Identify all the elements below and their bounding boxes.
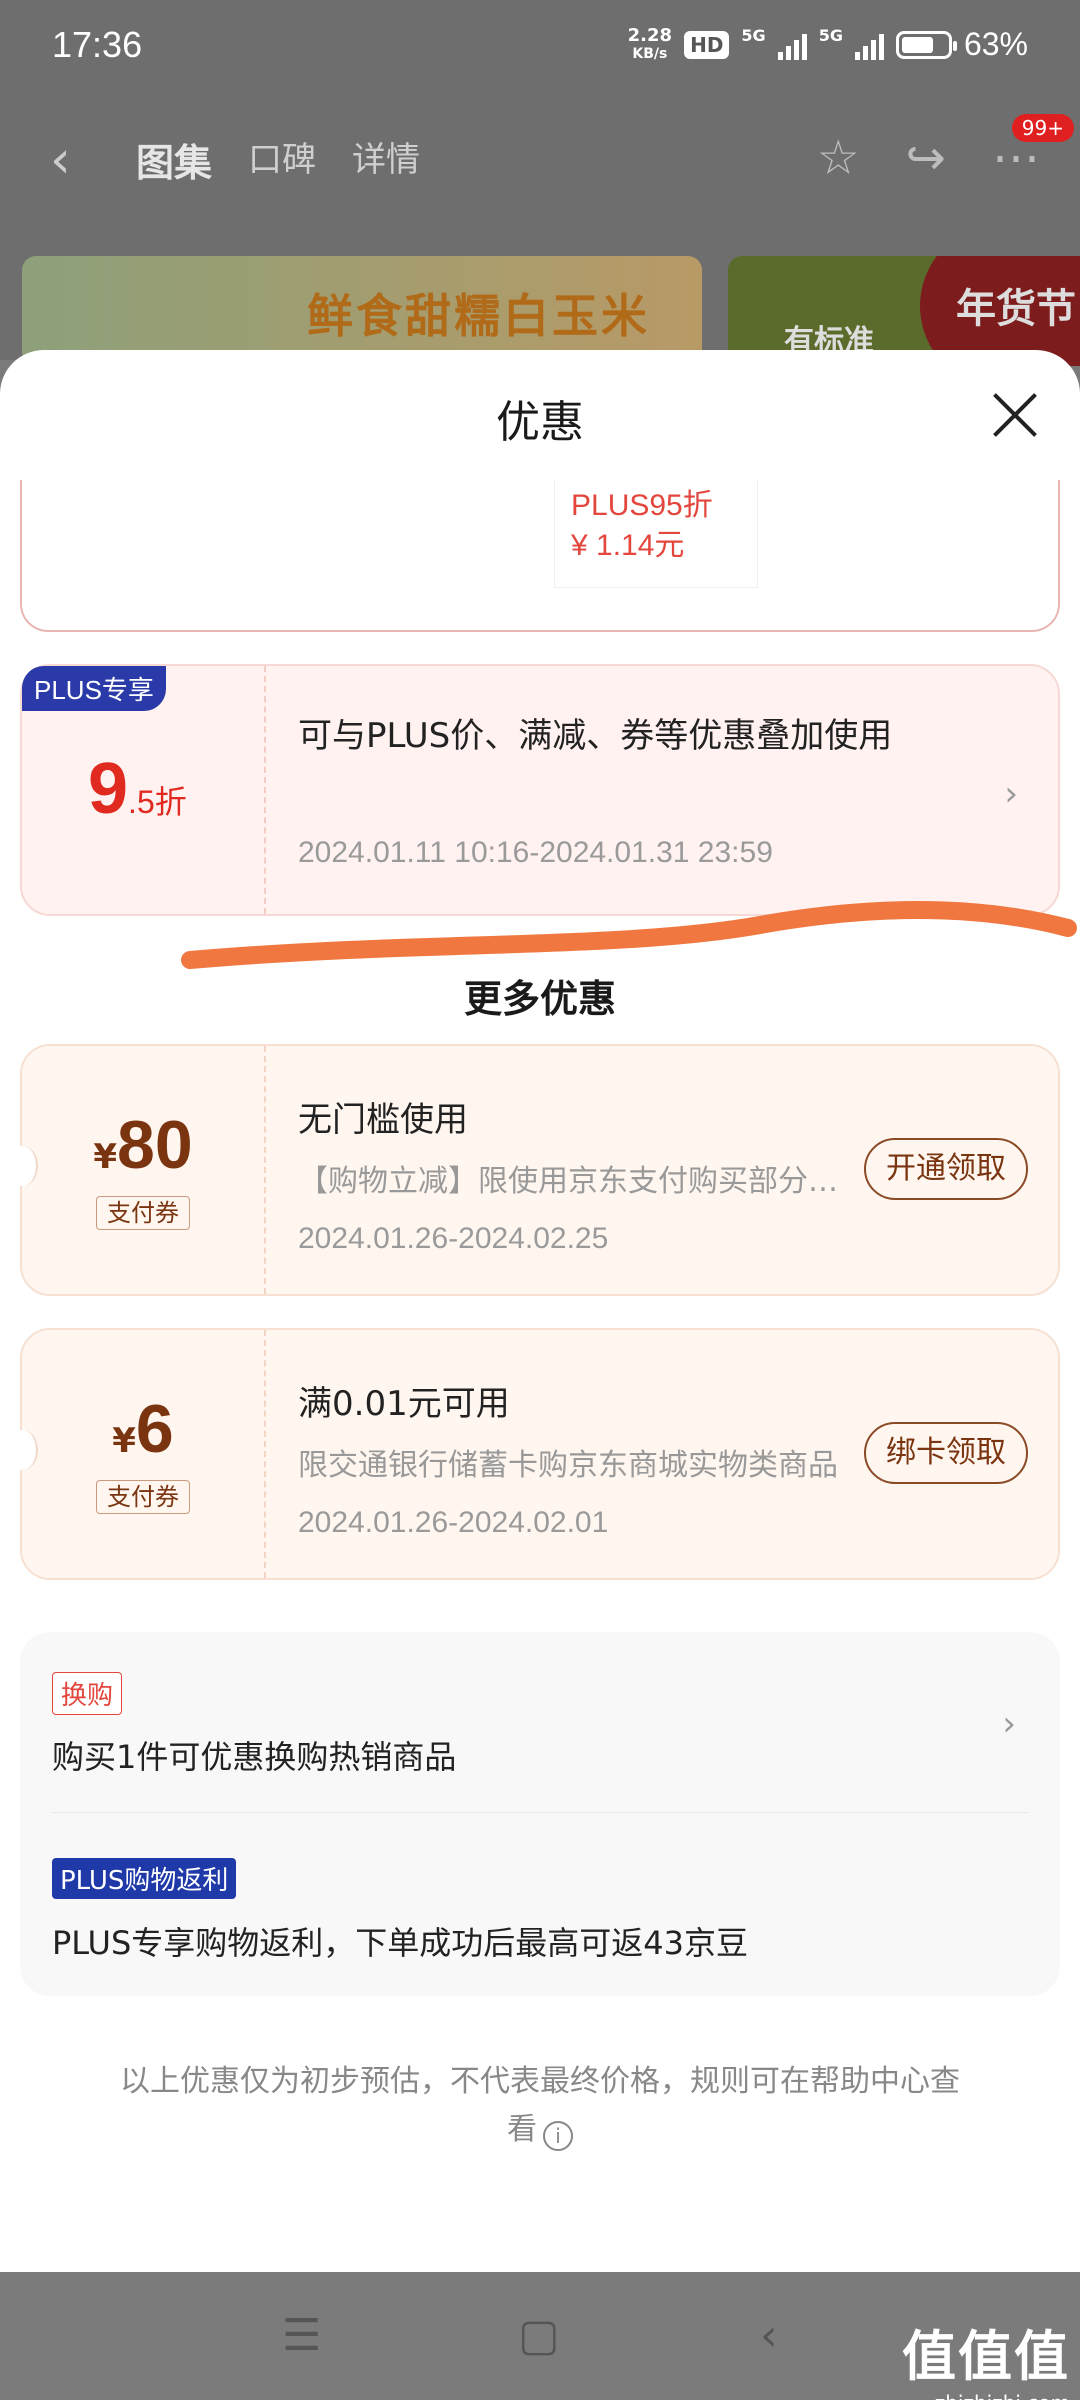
card-divider [264, 1046, 266, 1294]
activate-claim-button[interactable]: 开通领取 [864, 1138, 1028, 1200]
share-icon[interactable]: ↪ [906, 130, 946, 186]
network-type-1: 5G [741, 26, 766, 45]
coupon-title: 满0.01元可用 [298, 1384, 510, 1424]
promotions-sheet: 优惠 PLUS95折 ¥ 1.14元 PLUS专享 9.5折 可与PLUS价、满… [0, 350, 1080, 2272]
bind-card-claim-button[interactable]: 绑卡领取 [864, 1422, 1028, 1484]
coupon-type-tag: 支付券 [96, 1480, 190, 1514]
divider [52, 1812, 1028, 1813]
coupon-date: 2024.01.26-2024.02.25 [298, 1222, 609, 1255]
signal-icon-2 [854, 30, 884, 60]
coupon-date: 2024.01.26-2024.02.01 [298, 1506, 609, 1539]
coupon-description: 限交通银行储蓄卡购京东商城实物类商品 [298, 1448, 838, 1483]
tab-details[interactable]: 详情 [352, 132, 420, 187]
other-offers: 换购 购买1件可优惠换购热销商品 › PLUS购物返利 PLUS专享购物返利，下… [20, 1632, 1060, 1996]
coupon-card: ¥80 支付券 无门槛使用 【购物立减】限使用京东支付购买部分商品 2024.0… [8, 1044, 1060, 1296]
back-icon[interactable]: ‹ [760, 2310, 778, 2361]
tab-bar: 图集 口碑 详情 [136, 132, 420, 187]
status-bar: 17:36 2.28 KB/s HD 5G 5G 63% [0, 0, 1080, 92]
card-divider [264, 1330, 266, 1578]
star-icon[interactable]: ☆ [817, 130, 860, 186]
watermark: 值值值 zhizhizhi.com [902, 2325, 1070, 2400]
battery-percent: 63% [963, 26, 1028, 62]
plus-rebate-tag: PLUS购物返利 [52, 1858, 237, 1899]
plus-rebate-text: PLUS专享购物返利，下单成功后最高可返43京豆 [52, 1924, 748, 1962]
message-badge: 99+ [1011, 114, 1074, 142]
disclaimer: 以上优惠仅为初步预估，不代表最终价格，规则可在帮助中心查看 i [120, 2058, 960, 2154]
network-speed: 2.28 KB/s [627, 24, 673, 62]
coupon-description: 【购物立减】限使用京东支付购买部分商品 [298, 1164, 838, 1199]
back-arrow-icon[interactable]: ‹ [50, 130, 71, 190]
trade-in-text[interactable]: 购买1件可优惠换购热销商品 [52, 1732, 456, 1778]
top-nav-icons: ☆ ↪ ⋯ [817, 130, 1040, 186]
top-nav: ‹ 图集 口碑 详情 ☆ ↪ ⋯ 99+ [0, 114, 1080, 200]
coupon-title: 无门槛使用 [298, 1100, 468, 1140]
home-icon[interactable]: ▢ [518, 2310, 560, 2361]
info-icon[interactable]: i [543, 2121, 573, 2151]
coupon-amount: ¥6 [112, 1391, 174, 1467]
coupon-card: ¥6 支付券 满0.01元可用 限交通银行储蓄卡购京东商城实物类商品 2024.… [8, 1328, 1060, 1580]
tab-reviews[interactable]: 口碑 [248, 132, 316, 187]
more-offers-title: 更多优惠 [463, 977, 616, 1021]
coupon-amount: ¥80 [93, 1107, 193, 1183]
coupon-type-tag: 支付券 [96, 1196, 190, 1230]
signal-icon [777, 30, 807, 60]
tab-gallery[interactable]: 图集 [136, 132, 212, 187]
hd-icon: HD [684, 30, 730, 59]
chevron-right-icon[interactable]: › [1002, 1704, 1016, 1744]
status-time: 17:36 [52, 24, 143, 65]
trade-in-tag: 换购 [52, 1672, 123, 1715]
menu-icon[interactable]: ☰ [282, 2310, 321, 2361]
network-type-2: 5G [818, 26, 843, 45]
battery-icon [895, 30, 957, 59]
status-icons: 2.28 KB/s HD 5G 5G 63% [628, 26, 1028, 63]
